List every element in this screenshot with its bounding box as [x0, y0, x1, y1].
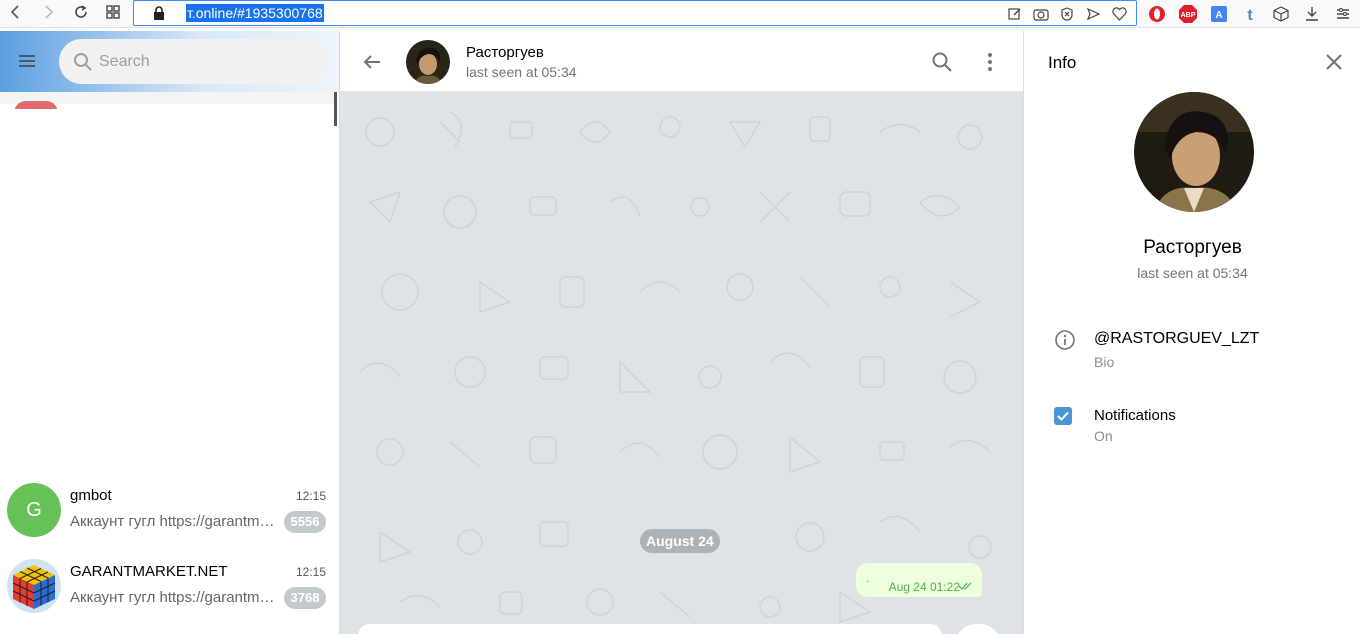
double-check-icon [958, 582, 972, 590]
blank-overlay [4, 109, 334, 164]
avatar: G [7, 483, 61, 537]
message-area: August 24 . Aug 24 01:22 [340, 92, 1023, 634]
search-icon [74, 53, 92, 71]
notifications-label[interactable]: Notifications [1094, 407, 1176, 424]
chat-list-panel: G gmbot 12:15 Аккаунт гугл https://garan… [0, 31, 340, 634]
rubiks-cube-icon [7, 559, 61, 613]
chat-name: GARANTMARKET.NET [70, 563, 228, 580]
forward-icon[interactable] [38, 4, 58, 24]
message-time: Aug 24 01:22 [888, 580, 960, 594]
more-vertical-icon[interactable] [978, 50, 1002, 74]
speed-dial-icon[interactable] [103, 4, 123, 24]
address-bar[interactable]: т.online/#1935300768 [133, 0, 1137, 26]
chat-header: Расторгуев last seen at 05:34 [340, 31, 1023, 92]
lock-icon [154, 6, 164, 20]
translate-icon[interactable]: A [1208, 3, 1230, 25]
browser-toolbar: т.online/#1935300768 ABP A t [0, 0, 1360, 28]
back-arrow-icon[interactable] [360, 50, 384, 74]
search-box[interactable] [59, 39, 327, 84]
message-input[interactable] [358, 624, 942, 634]
profile-name: Расторгуев [1143, 237, 1242, 258]
chat-name: gmbot [70, 487, 112, 504]
chat-preview: Аккаунт гугл https://garantm… [70, 589, 275, 606]
list-item[interactable]: G gmbot 12:15 Аккаунт гугл https://garan… [0, 478, 334, 552]
opera-icon[interactable] [1146, 3, 1168, 25]
heart-icon[interactable] [1110, 5, 1128, 23]
chat-panel: Расторгуев last seen at 05:34 August 24 … [340, 31, 1023, 634]
search-input[interactable] [99, 39, 309, 84]
cube-icon[interactable] [1270, 3, 1292, 25]
settings-menu-icon[interactable] [1332, 3, 1354, 25]
info-circle-icon [1054, 329, 1076, 351]
message-text: . [866, 571, 870, 585]
info-title: Info [1048, 53, 1077, 72]
outgoing-message[interactable]: . Aug 24 01:22 [856, 563, 982, 597]
profile-status: last seen at 05:34 [1137, 265, 1248, 281]
peer-name[interactable]: Расторгуев [466, 44, 544, 61]
search-icon[interactable] [930, 50, 954, 74]
notifications-value: On [1094, 428, 1113, 444]
send-icon[interactable] [1084, 5, 1102, 23]
profile-avatar[interactable] [1134, 92, 1254, 212]
download-icon[interactable] [1301, 3, 1323, 25]
unread-badge: 5556 [284, 511, 326, 533]
avatar[interactable] [406, 40, 450, 84]
tumblr-icon[interactable]: t [1239, 3, 1261, 25]
check-icon [1057, 411, 1069, 421]
notifications-checkbox[interactable] [1054, 407, 1072, 425]
list-item[interactable]: GARANTMARKET.NET 12:15 Аккаунт гугл http… [0, 554, 334, 628]
scrollbar[interactable] [334, 92, 337, 126]
username-label: Bio [1094, 354, 1115, 370]
svg-text:t: t [1247, 7, 1253, 23]
info-panel: Info Расторгуев last seen at 05:34 @RAST… [1023, 31, 1360, 634]
adblock-icon[interactable]: ABP [1177, 3, 1199, 25]
menu-icon[interactable] [15, 51, 39, 71]
svg-text:ABP: ABP [1181, 12, 1196, 19]
username-value[interactable]: @RASTORGUEV_LZT [1094, 330, 1259, 348]
avatar-letter: G [26, 498, 42, 521]
chat-time: 12:15 [295, 489, 326, 503]
svg-text:A: A [1215, 10, 1222, 21]
peer-status: last seen at 05:34 [466, 64, 577, 80]
camera-icon[interactable] [1032, 5, 1050, 23]
chat-preview: Аккаунт гугл https://garantm… [70, 513, 275, 530]
reload-icon[interactable] [71, 4, 91, 24]
back-icon[interactable] [6, 4, 26, 24]
date-separator: August 24 [640, 529, 720, 553]
url-text[interactable]: т.online/#1935300768 [186, 4, 324, 22]
chat-time: 12:15 [295, 565, 326, 579]
edit-icon[interactable] [1006, 5, 1024, 23]
sidebar-header [0, 31, 339, 92]
block-icon[interactable] [1058, 5, 1076, 23]
unread-badge: 3768 [284, 587, 326, 609]
close-icon[interactable] [1322, 50, 1346, 74]
